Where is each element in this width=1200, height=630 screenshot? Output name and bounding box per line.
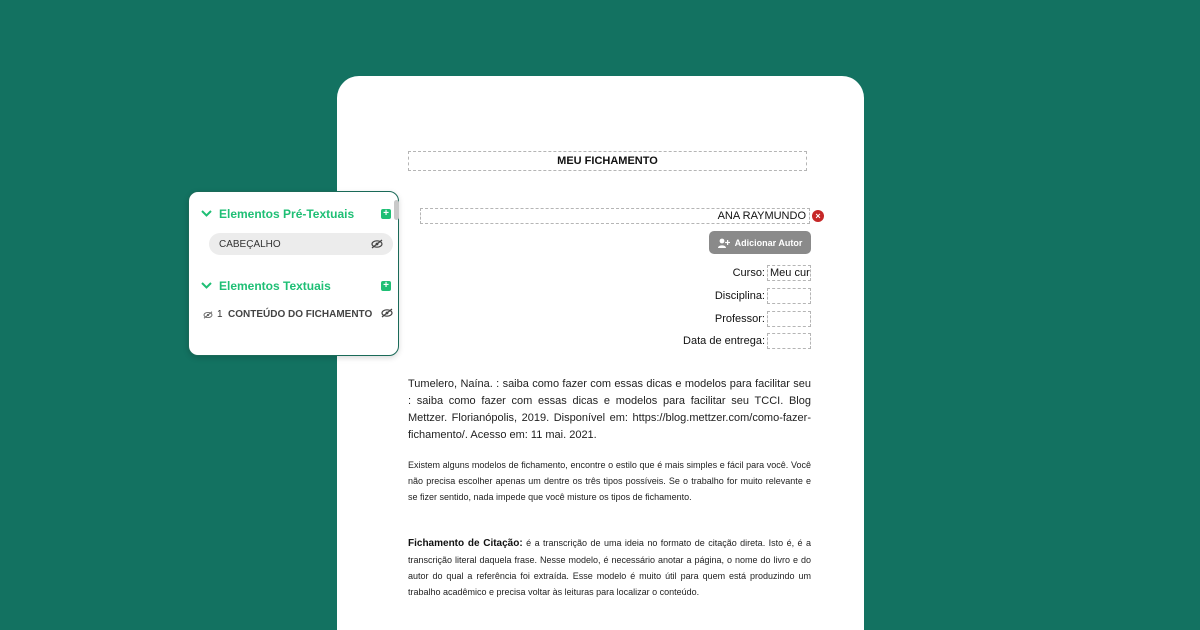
author-field[interactable]: ANA RAYMUNDO	[420, 208, 810, 224]
document-title-field[interactable]: MEU FICHAMENTO	[408, 151, 807, 171]
add-author-label: Adicionar Autor	[734, 237, 803, 248]
textual-title: Elementos Textuais	[219, 279, 331, 293]
outline-item-conteudo[interactable]: 1 CONTEÚDO DO FICHAMENTO	[203, 308, 393, 324]
add-pre-textual-icon[interactable]: +	[381, 209, 391, 219]
chevron-down-icon[interactable]	[201, 280, 215, 292]
eye-off-icon[interactable]	[381, 308, 393, 318]
discipline-field[interactable]	[767, 288, 811, 304]
due-date-field[interactable]	[767, 333, 811, 349]
professor-label: Professor:	[714, 313, 765, 325]
user-add-icon	[717, 238, 730, 248]
outline-item-label: CONTEÚDO DO FICHAMENTO	[228, 309, 373, 320]
professor-row: Professor:	[715, 311, 811, 327]
eye-off-icon[interactable]	[203, 310, 217, 324]
add-author-button[interactable]: Adicionar Autor	[709, 231, 811, 254]
document-page: MEU FICHAMENTO ANA RAYMUNDO × Adicionar …	[337, 76, 864, 630]
eye-off-icon[interactable]	[371, 239, 383, 249]
outline-item-cabecalho[interactable]: CABEÇALHO	[209, 233, 393, 255]
course-field[interactable]: Meu curso	[767, 265, 811, 281]
professor-field[interactable]	[767, 311, 811, 327]
citation-paragraph[interactable]: Fichamento de Citação: é a transcrição d…	[408, 535, 811, 600]
textual-section-header[interactable]: Elementos Textuais +	[201, 278, 391, 294]
outline-item-label: CABEÇALHO	[219, 238, 281, 250]
chevron-down-icon[interactable]	[201, 208, 215, 220]
course-row: Curso: Meu curso	[733, 265, 811, 281]
add-textual-icon[interactable]: +	[381, 281, 391, 291]
panel-scrollbar[interactable]	[394, 200, 399, 220]
citation-title: Fichamento de Citação:	[408, 538, 523, 549]
discipline-label: Disciplina:	[714, 290, 765, 302]
course-label: Curso:	[732, 267, 765, 279]
due-date-label: Data de entrega:	[683, 335, 765, 347]
remove-author-icon[interactable]: ×	[812, 210, 824, 222]
reference-paragraph[interactable]: Tumelero, Naína. : saiba como fazer com …	[408, 376, 811, 444]
discipline-row: Disciplina:	[715, 288, 811, 304]
outline-item-number: 1	[217, 309, 223, 320]
intro-paragraph[interactable]: Existem alguns modelos de fichamento, en…	[408, 457, 811, 505]
pre-textual-section-header[interactable]: Elementos Pré-Textuais +	[201, 206, 391, 222]
due-date-row: Data de entrega:	[683, 333, 811, 349]
outline-panel: Elementos Pré-Textuais + CABEÇALHO Eleme…	[188, 191, 399, 356]
pre-textual-title: Elementos Pré-Textuais	[219, 207, 355, 221]
